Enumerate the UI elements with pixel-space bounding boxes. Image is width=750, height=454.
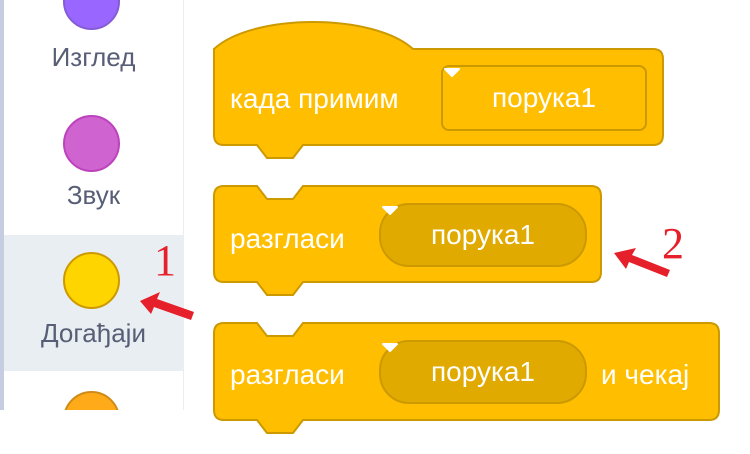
chevron-down-icon — [382, 343, 398, 352]
broadcast-label: разгласи — [230, 223, 345, 254]
when-i-receive-block[interactable]: када примим порука1 — [213, 13, 665, 163]
chevron-down-icon — [382, 206, 398, 215]
chevron-down-icon — [444, 68, 460, 77]
category-sound-label: Звук — [66, 180, 121, 210]
category-sidebar: Изглед Звук Догађаји — [0, 0, 183, 410]
broadcast-and-wait-block[interactable]: разгласи порука1 и чекај — [213, 322, 723, 440]
broadcast-wait-message-dropdown[interactable]: порука1 — [379, 340, 587, 404]
sound-color-dot-icon — [63, 115, 120, 172]
broadcast-message-dropdown[interactable]: порука1 — [379, 203, 587, 267]
message-dropdown-value: порука1 — [491, 82, 596, 113]
control-color-dot-icon — [63, 391, 120, 410]
message-dropdown[interactable]: порука1 — [441, 65, 647, 131]
looks-color-dot-icon — [63, 0, 120, 30]
category-control[interactable] — [4, 371, 183, 410]
broadcast-and-wait-label: разгласи — [230, 359, 345, 390]
broadcast-message-value: порука1 — [430, 219, 535, 250]
annotation-number-1: 1 — [154, 236, 176, 285]
when-i-receive-label: када примим — [230, 83, 399, 114]
events-color-dot-icon — [63, 252, 120, 309]
category-looks-label: Изглед — [51, 42, 136, 72]
annotation-arrow-1-icon — [140, 292, 194, 320]
category-looks[interactable]: Изглед — [4, 0, 183, 100]
and-wait-label: и чекај — [601, 359, 690, 390]
category-sound[interactable]: Звук — [4, 100, 183, 235]
annotation-arrow-2-icon — [614, 248, 670, 277]
sidebar-edge — [183, 0, 184, 410]
broadcast-wait-message-value: порука1 — [430, 356, 535, 387]
broadcast-block[interactable]: разгласи порука1 — [213, 185, 605, 300]
